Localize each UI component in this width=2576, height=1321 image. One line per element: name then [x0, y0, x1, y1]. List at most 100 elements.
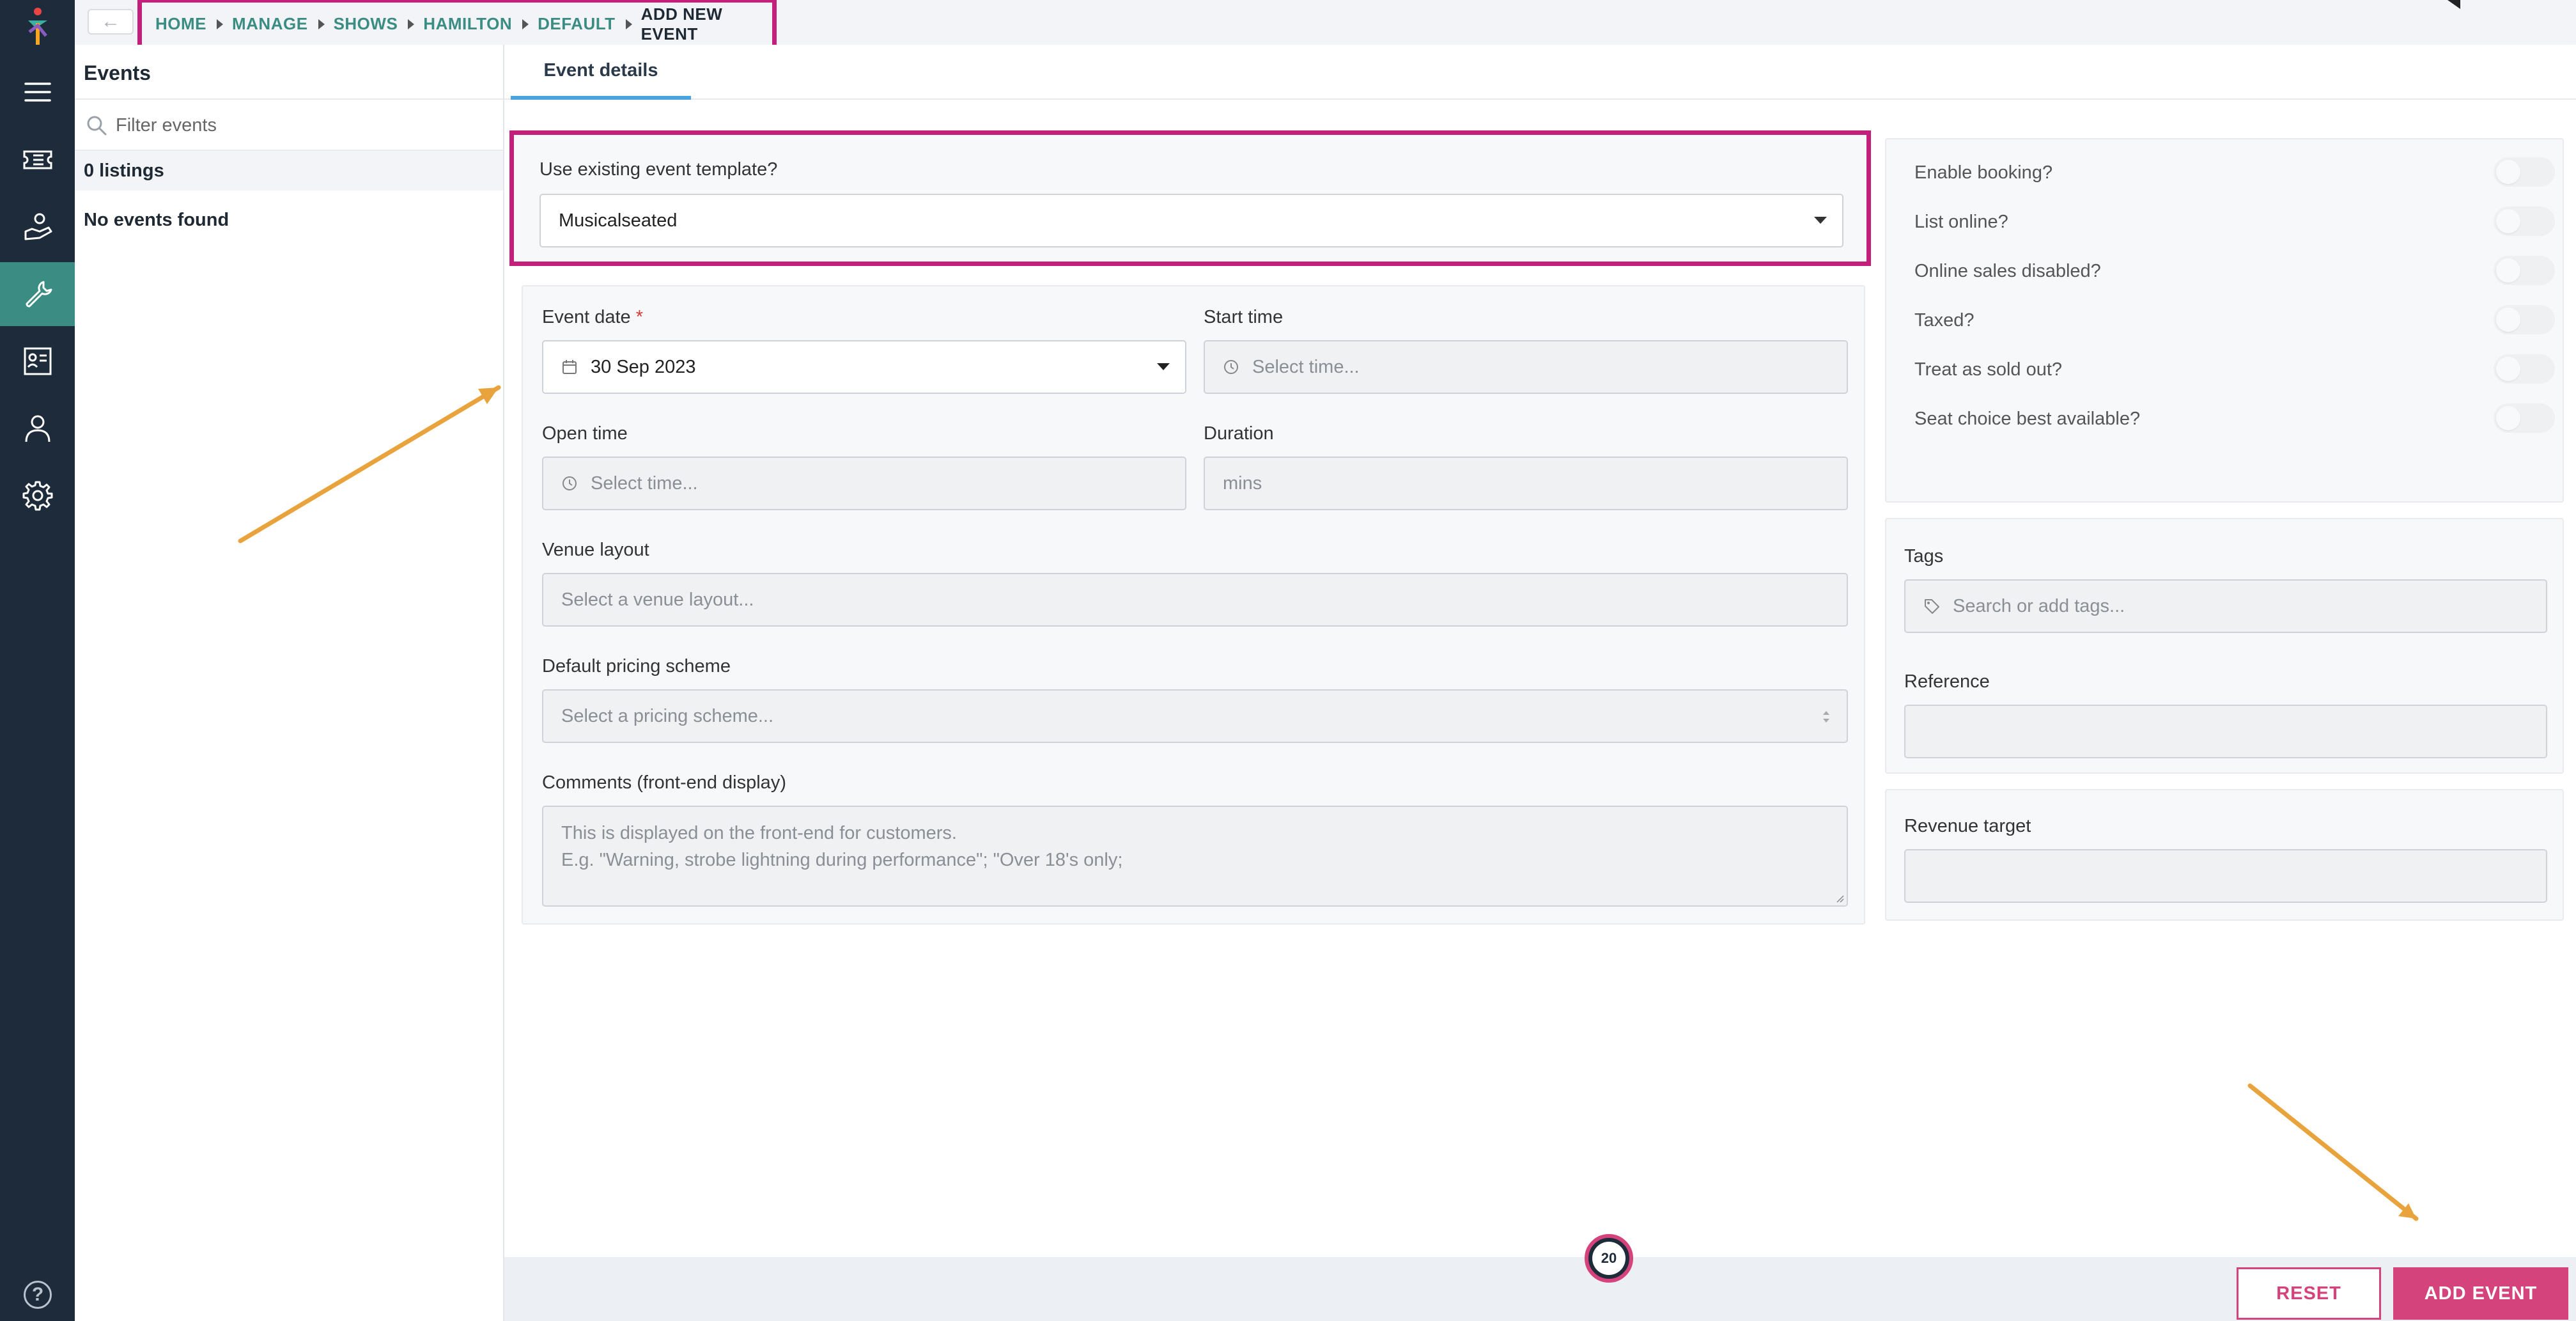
list-online-toggle[interactable]	[2494, 207, 2555, 236]
back-button[interactable]: ←	[88, 9, 134, 35]
arrow-left-icon: ←	[101, 11, 120, 32]
chevron-down-icon	[1157, 363, 1170, 370]
reference-input[interactable]	[1904, 705, 2547, 758]
breadcrumb-home[interactable]: HOME	[155, 14, 206, 34]
revenue-panel: Revenue target	[1885, 789, 2564, 921]
tab-event-details[interactable]: Event details	[511, 45, 691, 100]
venue-layout-placeholder: Select a venue layout...	[561, 589, 754, 610]
empty-message: No events found	[84, 210, 229, 230]
breadcrumb-hamilton[interactable]: HAMILTON	[423, 14, 512, 34]
tab-bar: Event details	[504, 45, 2576, 100]
resize-handle-icon[interactable]	[1834, 893, 1844, 903]
breadcrumb-manage[interactable]: MANAGE	[232, 14, 308, 34]
annotation-arrow-icon	[238, 385, 501, 543]
pricing-scheme-placeholder: Select a pricing scheme...	[561, 705, 774, 726]
breadcrumb: HOME MANAGE SHOWS HAMILTON DEFAULT ADD N…	[137, 0, 777, 50]
breadcrumb-shows[interactable]: SHOWS	[334, 14, 398, 34]
nav-customers[interactable]	[0, 195, 75, 259]
sidebar-title: Events	[84, 61, 151, 84]
search-icon	[87, 116, 107, 136]
event-form-panel: Event date * 30 Sep 2023 Start time Sele…	[522, 285, 1865, 925]
user-hand-icon	[24, 213, 52, 240]
form-footer: RESET ADD EVENT	[504, 1257, 2576, 1321]
seat-choice-label: Seat choice best available?	[1914, 409, 2141, 429]
revenue-target-input[interactable]	[1904, 849, 2547, 903]
template-label: Use existing event template?	[539, 159, 778, 180]
sort-arrows-icon	[1823, 711, 1829, 723]
filter-events-bar	[75, 98, 503, 151]
events-sidebar: Events 0 listings No events found	[75, 45, 504, 1321]
duration-input[interactable]: mins	[1204, 457, 1848, 510]
start-time-label: Start time	[1204, 307, 1284, 327]
breadcrumb-separator-icon	[625, 19, 632, 29]
reference-label: Reference	[1904, 671, 1990, 692]
required-mark: *	[635, 307, 644, 327]
chevron-down-icon	[1814, 217, 1827, 224]
ticket-icon	[23, 150, 52, 169]
breadcrumb-separator-icon	[217, 19, 223, 29]
help-icon[interactable]: ?	[24, 1281, 52, 1309]
logo-icon[interactable]	[22, 6, 54, 47]
clock-icon	[563, 476, 577, 490]
add-event-button[interactable]: ADD EVENT	[2393, 1267, 2568, 1320]
template-section: Use existing event template? Musicalseat…	[509, 130, 1871, 266]
open-time-placeholder: Select time...	[591, 473, 698, 494]
nav-manage[interactable]	[0, 262, 75, 326]
comments-textarea[interactable]: This is displayed on the front-end for c…	[542, 806, 1848, 907]
pricing-scheme-label: Default pricing scheme	[542, 656, 731, 676]
event-date-picker[interactable]: 30 Sep 2023	[542, 340, 1186, 394]
event-date-value: 30 Sep 2023	[591, 356, 696, 377]
comments-placeholder-line-1: This is displayed on the front-end for c…	[561, 823, 957, 843]
nav-account[interactable]	[0, 396, 75, 460]
open-time-label: Open time	[542, 423, 628, 444]
comments-label: Comments (front-end display)	[542, 772, 786, 793]
id-card-icon	[24, 347, 51, 375]
nav-tickets[interactable]	[0, 128, 75, 192]
treat-as-sold-out-label: Treat as sold out?	[1914, 359, 2063, 380]
filter-events-input[interactable]	[116, 111, 486, 139]
tags-input[interactable]: Search or add tags...	[1904, 579, 2547, 633]
wrench-icon	[25, 281, 52, 308]
breadcrumb-separator-icon	[522, 19, 529, 29]
treat-as-sold-out-toggle[interactable]	[2494, 354, 2555, 384]
duration-label: Duration	[1204, 423, 1274, 444]
duration-placeholder: mins	[1223, 473, 1262, 494]
activity-counter[interactable]: 20	[1585, 1234, 1633, 1283]
template-value: Musicalseated	[559, 210, 678, 231]
menu-button[interactable]	[0, 60, 75, 124]
gear-icon	[22, 481, 52, 511]
comments-placeholder-line-2: E.g. "Warning, strobe lightning during p…	[561, 850, 1123, 870]
enable-booking-label: Enable booking?	[1914, 162, 2053, 183]
menu-icon	[24, 82, 51, 102]
online-sales-disabled-toggle[interactable]	[2494, 256, 2555, 285]
listings-count: 0 listings	[75, 151, 503, 191]
open-time-picker[interactable]: Select time...	[542, 457, 1186, 510]
clock-icon	[1224, 360, 1238, 374]
venue-layout-select[interactable]: Select a venue layout...	[542, 573, 1848, 627]
tags-placeholder: Search or add tags...	[1953, 595, 2125, 616]
reset-button[interactable]: RESET	[2237, 1267, 2381, 1320]
mouse-cursor-icon	[2448, 0, 2460, 9]
breadcrumb-separator-icon	[408, 19, 415, 29]
nav-settings[interactable]	[0, 464, 75, 528]
template-select[interactable]: Musicalseated	[539, 194, 1843, 247]
options-panel: Enable booking? List online? Online sale…	[1885, 138, 2564, 503]
revenue-target-label: Revenue target	[1904, 816, 2031, 836]
breadcrumb-separator-icon	[318, 19, 325, 29]
list-online-label: List online?	[1914, 212, 2008, 232]
enable-booking-toggle[interactable]	[2494, 157, 2555, 187]
tags-reference-panel: Tags Search or add tags... Reference	[1885, 518, 2564, 774]
person-icon	[25, 415, 50, 442]
nav-reports[interactable]	[0, 329, 75, 393]
tag-icon	[1925, 599, 1939, 614]
tags-label: Tags	[1904, 546, 1944, 567]
venue-layout-label: Venue layout	[542, 540, 649, 560]
taxed-label: Taxed?	[1914, 310, 1975, 331]
pricing-scheme-select[interactable]: Select a pricing scheme...	[542, 689, 1848, 743]
annotation-arrow-icon	[2247, 1083, 2419, 1221]
breadcrumb-default[interactable]: DEFAULT	[538, 14, 615, 34]
icon-rail: ?	[0, 0, 75, 1321]
taxed-toggle[interactable]	[2494, 305, 2555, 334]
seat-choice-toggle[interactable]	[2494, 403, 2555, 433]
start-time-picker[interactable]: Select time...	[1204, 340, 1848, 394]
